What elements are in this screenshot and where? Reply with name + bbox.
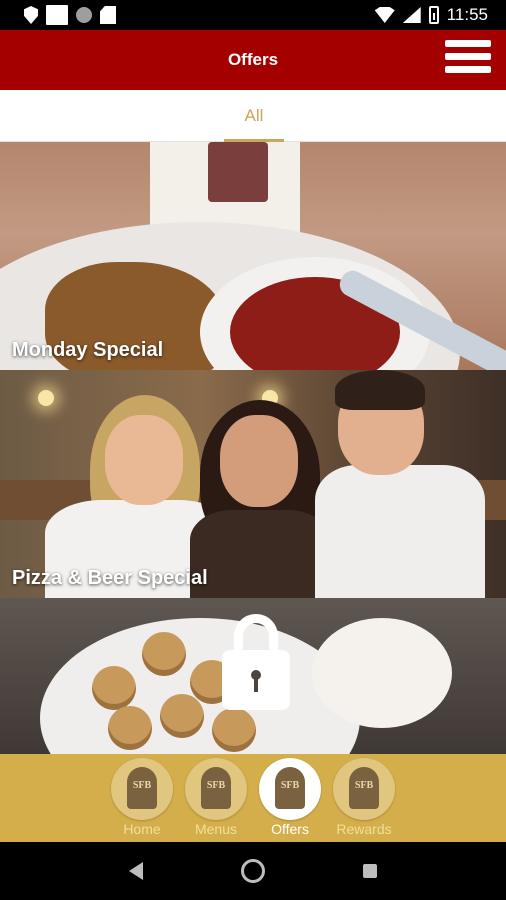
- offer-card-locked[interactable]: [0, 598, 506, 754]
- bottom-nav: Home Menus Offers Rewards: [0, 754, 506, 842]
- circle-icon: [76, 7, 92, 23]
- nav-offers[interactable]: Offers: [253, 754, 327, 842]
- offer-card-monday-special[interactable]: Monday Special: [0, 142, 506, 370]
- lock-icon: [222, 614, 290, 710]
- nav-label: Home: [123, 821, 161, 837]
- offer-title: Monday Special: [12, 339, 164, 361]
- page-title: Offers: [227, 50, 279, 69]
- nav-rewards[interactable]: Rewards: [327, 754, 401, 842]
- offer-card-pizza-beer-special[interactable]: Pizza & Beer Special: [0, 370, 506, 598]
- sfb-logo-icon: [185, 758, 247, 820]
- status-time: 11:55: [446, 5, 488, 24]
- status-left: [0, 5, 116, 25]
- nav-home[interactable]: Home: [105, 754, 179, 842]
- nav-menus[interactable]: Menus: [179, 754, 253, 842]
- offer-title: Pizza & Beer Special: [12, 567, 208, 589]
- sfb-logo-icon: [111, 758, 173, 820]
- nav-label: Menus: [194, 821, 238, 837]
- back-icon[interactable]: [129, 862, 143, 880]
- square-icon: [46, 5, 68, 25]
- status-bar: 11:55: [0, 0, 506, 30]
- app-bar: Offers: [0, 30, 506, 90]
- wifi-icon: [374, 7, 395, 23]
- menu-icon[interactable]: [445, 40, 491, 80]
- recents-icon[interactable]: [363, 864, 377, 878]
- tab-all[interactable]: All: [224, 90, 284, 142]
- shield-icon: [24, 6, 38, 24]
- sd-card-icon: [100, 6, 116, 24]
- nav-label: Rewards: [336, 821, 392, 837]
- android-nav-bar: [0, 842, 506, 900]
- nav-label: Offers: [271, 821, 309, 837]
- status-right: 11:55: [374, 5, 506, 25]
- sfb-logo-icon: [259, 758, 321, 820]
- tab-bar: All: [0, 90, 506, 142]
- battery-icon: [428, 6, 439, 24]
- home-icon[interactable]: [241, 859, 265, 883]
- signal-icon: [402, 7, 421, 23]
- sfb-logo-icon: [333, 758, 395, 820]
